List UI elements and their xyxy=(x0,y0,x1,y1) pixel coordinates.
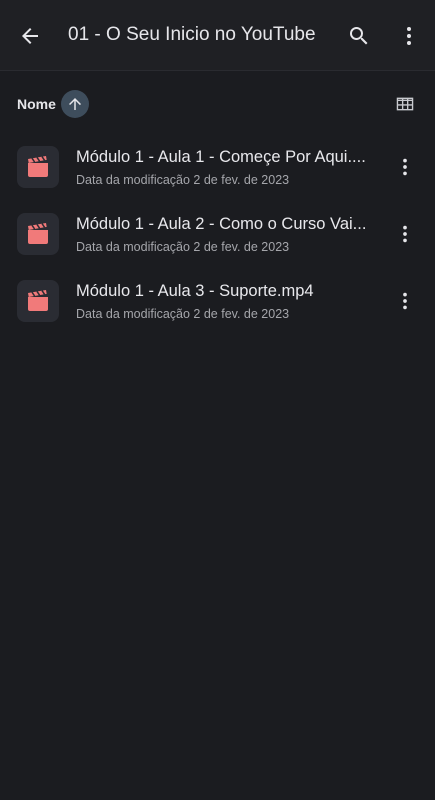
file-name: Módulo 1 - Aula 1 - Começe Por Aqui.... xyxy=(76,148,366,166)
file-options-button[interactable] xyxy=(387,283,423,319)
list-item[interactable]: Módulo 1 - Aula 1 - Começe Por Aqui.... … xyxy=(0,137,435,204)
search-icon xyxy=(350,27,368,45)
grid-view-icon xyxy=(396,97,414,111)
more-vert-icon xyxy=(403,158,407,176)
more-vert-icon xyxy=(407,27,411,45)
grid-view-button[interactable] xyxy=(387,86,423,122)
more-options-button[interactable] xyxy=(391,18,427,54)
video-file-icon xyxy=(28,223,48,244)
sort-by-name-button[interactable]: Nome xyxy=(17,96,56,112)
folder-title: 01 - O Seu Inicio no YouTube xyxy=(68,24,316,45)
file-options-button[interactable] xyxy=(387,149,423,185)
file-name: Módulo 1 - Aula 2 - Como o Curso Vai... xyxy=(76,215,367,233)
arrow-upward-icon xyxy=(69,98,81,110)
back-button[interactable] xyxy=(12,18,48,54)
sort-bar: Nome xyxy=(0,71,435,137)
file-name: Módulo 1 - Aula 3 - Suporte.mp4 xyxy=(76,282,314,300)
file-options-button[interactable] xyxy=(387,216,423,252)
file-modified-date: Data da modificação 2 de fev. de 2023 xyxy=(76,173,290,187)
file-thumbnail xyxy=(17,146,59,188)
file-thumbnail xyxy=(17,213,59,255)
list-item[interactable]: Módulo 1 - Aula 2 - Como o Curso Vai... … xyxy=(0,204,435,271)
more-vert-icon xyxy=(403,225,407,243)
file-modified-date: Data da modificação 2 de fev. de 2023 xyxy=(76,307,290,321)
arrow-back-icon xyxy=(22,28,38,44)
video-file-icon xyxy=(28,290,48,311)
file-thumbnail xyxy=(17,280,59,322)
search-button[interactable] xyxy=(341,18,377,54)
more-vert-icon xyxy=(403,292,407,310)
top-app-bar: 01 - O Seu Inicio no YouTube xyxy=(0,0,435,71)
file-list: Módulo 1 - Aula 1 - Começe Por Aqui.... … xyxy=(0,137,435,338)
file-modified-date: Data da modificação 2 de fev. de 2023 xyxy=(76,240,290,254)
video-file-icon xyxy=(28,156,48,177)
sort-direction-button[interactable] xyxy=(61,90,89,118)
list-item[interactable]: Módulo 1 - Aula 3 - Suporte.mp4 Data da … xyxy=(0,271,435,338)
